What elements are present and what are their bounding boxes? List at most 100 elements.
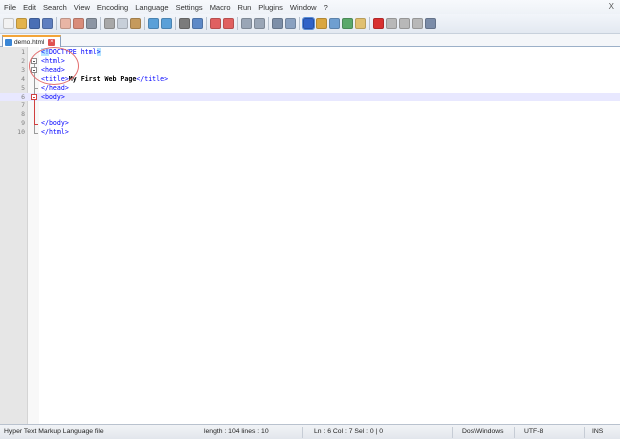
code-line[interactable]: 10 </html>: [0, 128, 620, 137]
fold-guide-line: [33, 100, 35, 124]
run-macro-multiple-icon[interactable]: [412, 18, 423, 29]
sync-horizontal-icon[interactable]: [254, 18, 265, 29]
fold-end-marker: [33, 132, 38, 134]
code-line[interactable]: 5 </head>: [0, 84, 620, 93]
menu-settings[interactable]: Settings: [176, 3, 203, 12]
record-macro-icon[interactable]: [373, 18, 384, 29]
close-all-icon[interactable]: [73, 18, 84, 29]
code-line[interactable]: 2 <html>: [0, 57, 620, 66]
menu-file[interactable]: File: [4, 3, 16, 12]
tab-demo-html[interactable]: demo.html ×: [2, 35, 61, 47]
code-text: <body>: [41, 93, 65, 102]
status-insert-mode[interactable]: INS: [592, 428, 603, 435]
toolbar: [0, 14, 620, 34]
toolbar-separator: [237, 17, 238, 30]
save-macro-icon[interactable]: [425, 18, 436, 29]
toolbar-separator: [144, 17, 145, 30]
toolbar-separator: [268, 17, 269, 30]
line-number: 3: [21, 65, 25, 74]
status-position: Ln : 6 Col : 7 Sel : 0 | 0: [314, 428, 384, 435]
status-divider: [452, 427, 453, 438]
menu-encoding[interactable]: Encoding: [97, 3, 128, 12]
toolbar-separator: [175, 17, 176, 30]
menu-view[interactable]: View: [74, 3, 90, 12]
close-document-icon[interactable]: X: [609, 2, 614, 11]
line-number: 2: [21, 56, 25, 65]
status-bar: Hyper Text Markup Language file length :…: [0, 424, 620, 439]
code-text: </body>: [41, 119, 69, 128]
status-divider: [302, 427, 303, 438]
tab-close-icon[interactable]: ×: [48, 38, 56, 46]
tab-strip: demo.html ×: [0, 34, 620, 47]
menu-window[interactable]: Window: [290, 3, 317, 12]
code-line[interactable]: 8: [0, 110, 620, 119]
sync-vertical-icon[interactable]: [241, 18, 252, 29]
line-number: 5: [21, 83, 25, 92]
line-number: 7: [21, 101, 25, 110]
stop-recording-icon[interactable]: [386, 18, 397, 29]
close-icon[interactable]: [60, 18, 71, 29]
toolbar-separator: [100, 17, 101, 30]
code-line[interactable]: 6 <body>: [0, 92, 620, 102]
code-line[interactable]: 1 <!DOCTYPE html>: [0, 48, 620, 57]
line-number: 1: [21, 48, 25, 56]
code-token: </body>: [41, 119, 69, 128]
menu-plugins[interactable]: Plugins: [258, 3, 283, 12]
find-icon[interactable]: [179, 18, 190, 29]
cut-icon[interactable]: [104, 18, 115, 29]
line-number: 10: [17, 128, 25, 137]
line-number: 6: [21, 92, 25, 101]
code-token: </html>: [41, 128, 69, 137]
menu-run[interactable]: Run: [238, 3, 252, 12]
playback-macro-icon[interactable]: [399, 18, 410, 29]
redo-icon[interactable]: [161, 18, 172, 29]
code-token: <body>: [41, 92, 65, 101]
annotation-circle: [29, 47, 79, 85]
zoom-in-icon[interactable]: [210, 18, 221, 29]
line-number: 8: [21, 110, 25, 119]
status-encoding[interactable]: UTF-8: [524, 428, 543, 435]
code-line[interactable]: 4 <title>My First Web Page</title>: [0, 75, 620, 84]
line-number: 9: [21, 119, 25, 128]
menu-language[interactable]: Language: [135, 3, 168, 12]
undo-icon[interactable]: [148, 18, 159, 29]
fold-end-marker: [33, 88, 38, 90]
toolbar-separator: [299, 17, 300, 30]
fold-end-marker: [33, 123, 38, 125]
line-number: 4: [21, 74, 25, 83]
menu-edit[interactable]: Edit: [23, 3, 36, 12]
status-file-type: Hyper Text Markup Language file: [4, 428, 104, 435]
replace-icon[interactable]: [192, 18, 203, 29]
save-all-icon[interactable]: [42, 18, 53, 29]
copy-icon[interactable]: [117, 18, 128, 29]
show-all-chars-icon[interactable]: [285, 18, 296, 29]
toolbar-separator: [56, 17, 57, 30]
code-text: </html>: [41, 128, 69, 137]
new-file-icon[interactable]: [3, 18, 14, 29]
user-defined-language-icon[interactable]: [316, 18, 327, 29]
code-line[interactable]: 7: [0, 101, 620, 110]
code-token: My First Web Page: [68, 74, 137, 83]
paste-icon[interactable]: [130, 18, 141, 29]
code-line[interactable]: 9 </body>: [0, 119, 620, 128]
word-wrap-icon[interactable]: [272, 18, 283, 29]
code-line[interactable]: 3 <head>: [0, 66, 620, 75]
zoom-out-icon[interactable]: [223, 18, 234, 29]
toolbar-separator: [369, 17, 370, 30]
menu-help[interactable]: ?: [324, 3, 328, 12]
save-icon[interactable]: [29, 18, 40, 29]
document-map-icon[interactable]: [329, 18, 340, 29]
menu-macro[interactable]: Macro: [210, 3, 231, 12]
menu-search[interactable]: Search: [43, 3, 67, 12]
file-icon: [5, 38, 12, 46]
status-eol[interactable]: Dos\Windows: [462, 428, 504, 435]
indent-guide-icon[interactable]: [302, 17, 315, 30]
code-editor[interactable]: 1 <!DOCTYPE html> 2 <html> 3 <head> 4 <title>My…: [0, 47, 620, 424]
tab-label: demo.html: [14, 38, 45, 46]
menu-bar: File Edit Search View Encoding Language Settin…: [0, 0, 620, 14]
folder-as-workspace-icon[interactable]: [355, 18, 366, 29]
toolbar-separator: [206, 17, 207, 30]
open-file-icon[interactable]: [16, 18, 27, 29]
print-icon[interactable]: [86, 18, 97, 29]
function-list-icon[interactable]: [342, 18, 353, 29]
